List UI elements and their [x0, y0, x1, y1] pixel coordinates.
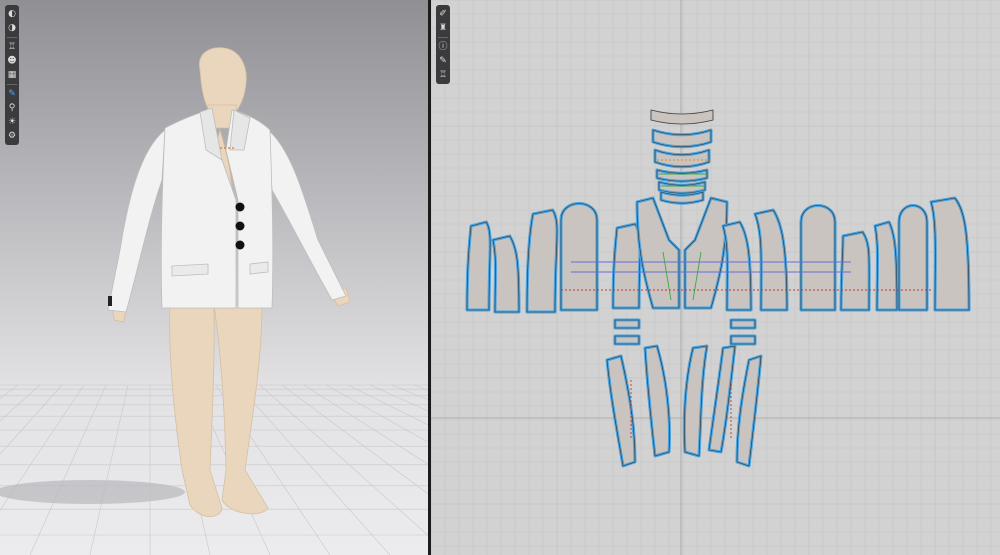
pattern-piece[interactable] — [635, 196, 681, 310]
pattern-piece[interactable] — [613, 318, 641, 330]
jacket-pocket-right — [249, 261, 269, 275]
pattern-piece[interactable] — [525, 208, 559, 314]
jacket-buttons — [235, 202, 245, 250]
2d-toolbar: ✐ ♜ ⓘ ✎ ♖ — [436, 5, 450, 84]
pattern-canvas[interactable] — [431, 0, 1000, 555]
pattern-piece[interactable] — [605, 354, 637, 468]
info-icon[interactable]: ⓘ — [437, 41, 449, 53]
fabric-icon[interactable]: ▦ — [6, 69, 18, 81]
jacket-button — [235, 240, 245, 250]
pin-icon[interactable]: ⚲ — [6, 102, 18, 114]
pattern-piece[interactable] — [491, 234, 521, 314]
toolbar-separator — [7, 37, 17, 38]
select-mesh-icon[interactable]: ✎ — [6, 88, 18, 100]
avatar-icon[interactable]: ☻ — [6, 55, 18, 67]
steam-icon[interactable]: ☀ — [6, 116, 18, 128]
floor-grid — [0, 384, 428, 555]
pattern-piece[interactable] — [683, 196, 729, 310]
pattern-piece[interactable] — [839, 230, 871, 312]
view-mode-icon[interactable]: ◐ — [6, 8, 18, 20]
toolbar-separator — [7, 84, 17, 85]
pattern-piece[interactable] — [559, 202, 599, 312]
jacket-left-sleeve — [107, 129, 166, 313]
pattern-piece[interactable] — [929, 196, 971, 312]
pattern-piece[interactable] — [613, 334, 641, 346]
pattern-piece[interactable] — [753, 208, 789, 312]
jacket-right-sleeve — [267, 129, 347, 301]
display-mode-icon[interactable]: ◑ — [6, 22, 18, 34]
3d-scene[interactable] — [0, 0, 428, 555]
avatar-shadow — [0, 480, 185, 504]
sleeve-button — [108, 296, 112, 306]
2d-pattern-window[interactable]: ✐ ♜ ⓘ ✎ ♖ — [431, 0, 1000, 555]
jacket-3d-model[interactable] — [107, 107, 347, 313]
jacket-button — [235, 202, 245, 212]
pattern-piece[interactable] — [729, 318, 757, 330]
jacket-button — [235, 221, 245, 231]
pattern-piece[interactable] — [611, 222, 642, 310]
jacket-pocket-left — [171, 263, 209, 277]
pattern-pieces[interactable] — [465, 109, 971, 468]
toolbar-separator — [438, 37, 448, 38]
shirt-view-icon[interactable]: ♖ — [437, 69, 449, 81]
avatar-left-leg — [169, 304, 223, 518]
3d-viewport[interactable]: ◐ ◑ ♖ ☻ ▦ ✎ ⚲ ☀ ⚙ — [0, 0, 428, 555]
garment-pattern-icon[interactable]: ♜ — [437, 22, 449, 34]
garment-icon[interactable]: ♖ — [6, 41, 18, 53]
pattern-piece[interactable] — [682, 344, 709, 458]
pattern-piece[interactable] — [873, 220, 899, 312]
settings-icon[interactable]: ⚙ — [6, 130, 18, 142]
pattern-piece[interactable] — [729, 334, 757, 346]
pattern-piece[interactable] — [465, 220, 492, 312]
pen-icon[interactable]: ✎ — [437, 55, 449, 67]
jacket-body — [160, 109, 237, 309]
pattern-piece[interactable] — [799, 204, 837, 312]
pattern-piece[interactable] — [643, 344, 671, 458]
pattern-piece[interactable] — [897, 204, 929, 312]
pattern-edit-icon[interactable]: ✐ — [437, 8, 449, 20]
3d-toolbar: ◐ ◑ ♖ ☻ ▦ ✎ ⚲ ☀ ⚙ — [5, 5, 19, 145]
sleeve-buttons — [108, 296, 112, 306]
